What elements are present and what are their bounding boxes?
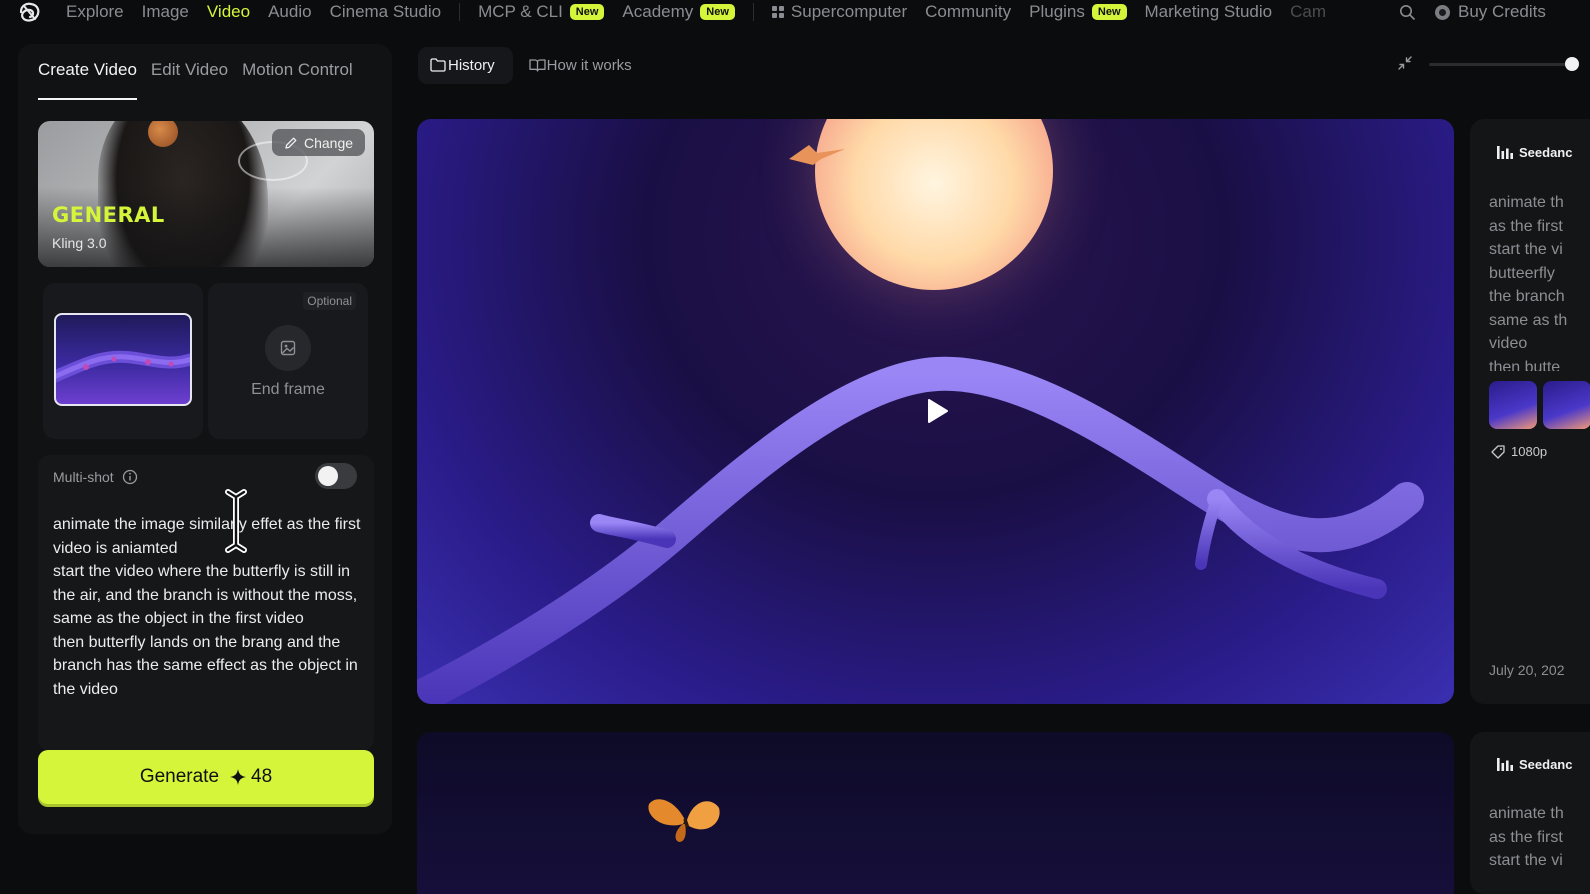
create-panel: Create Video Edit Video Motion Control G…	[18, 44, 392, 834]
bar-chart-icon	[1497, 758, 1513, 771]
top-nav: Explore Image Video Audio Cinema Studio …	[0, 0, 1590, 26]
grid-icon	[771, 6, 784, 18]
play-icon[interactable]	[927, 398, 949, 424]
end-frame-label: End frame	[251, 381, 325, 398]
nav-divider	[752, 3, 754, 21]
new-badge: New	[700, 4, 735, 20]
nav-academy[interactable]: Academy New	[622, 2, 735, 22]
change-model-button[interactable]: Change	[272, 129, 366, 156]
nav-right: Buy Credits	[1399, 2, 1546, 22]
history-model-chip: Seedanc	[1497, 145, 1572, 160]
history-card[interactable]: Seedanc animate th as the first start th…	[1470, 119, 1590, 704]
history-thumbnail[interactable]	[1543, 381, 1590, 429]
tab-motion-control[interactable]: Motion Control	[242, 60, 353, 100]
end-frame-slot[interactable]: Optional End frame	[208, 283, 368, 439]
zoom-slider-track[interactable]	[1429, 63, 1569, 66]
history-prompt-preview: animate th as the first start the vi	[1489, 805, 1564, 869]
search-icon[interactable]	[1399, 4, 1415, 20]
butterfly-image	[648, 799, 720, 842]
new-badge: New	[1091, 4, 1127, 20]
nav-supercomputer[interactable]: Supercomputer	[771, 2, 907, 22]
optional-tag: Optional	[303, 292, 356, 310]
history-thumbnails	[1489, 381, 1590, 429]
model-name: Kling 3.0	[52, 235, 107, 251]
history-date: July 20, 202	[1489, 662, 1565, 678]
resolution-chip: 1080p	[1491, 444, 1547, 459]
bar-chart-icon	[1497, 146, 1513, 159]
book-icon	[529, 59, 546, 72]
nav-video[interactable]: Video	[207, 2, 250, 22]
nav-cinema-studio[interactable]: Cinema Studio	[330, 2, 442, 22]
credits-coin-icon	[1435, 4, 1450, 20]
prompt-textarea[interactable]: animate the image similarly effet as the…	[53, 513, 363, 701]
generate-cost: 48	[251, 766, 273, 787]
history-model-chip: Seedanc	[1497, 757, 1572, 772]
prompt-box: Multi-shot animate the image similarly e…	[38, 455, 374, 751]
tag-icon	[1491, 444, 1505, 459]
multishot-toggle[interactable]	[315, 463, 357, 489]
video-preview-second[interactable]	[417, 732, 1454, 894]
buy-credits-link[interactable]: Buy Credits	[1458, 2, 1546, 22]
model-card[interactable]: GENERAL Kling 3.0 Change	[38, 121, 374, 267]
sparkle-icon	[230, 769, 247, 785]
multishot-label: Multi-shot	[53, 469, 138, 485]
zoom-slider-knob[interactable]	[1565, 57, 1579, 71]
start-frame-branch-image	[56, 350, 190, 383]
nav-community[interactable]: Community	[925, 2, 1011, 22]
add-image-icon[interactable]	[265, 325, 311, 371]
info-icon[interactable]	[122, 469, 138, 485]
model-category-title: GENERAL	[52, 203, 165, 227]
tab-history[interactable]: History	[418, 47, 513, 84]
mode-tabs: Create Video Edit Video Motion Control	[38, 60, 367, 100]
nav-explore[interactable]: Explore	[66, 2, 124, 22]
tab-edit-video[interactable]: Edit Video	[151, 60, 228, 100]
pencil-icon	[285, 137, 297, 149]
tab-how-it-works[interactable]: How it works	[517, 47, 650, 84]
nav-cam[interactable]: Cam	[1290, 2, 1326, 22]
generate-button[interactable]: Generate 48	[38, 750, 374, 804]
nav-mcp-cli[interactable]: MCP & CLI New	[478, 2, 605, 22]
nav-items: Explore Image Video Audio Cinema Studio …	[66, 2, 1344, 22]
nav-marketing-studio[interactable]: Marketing Studio	[1145, 2, 1273, 22]
folder-icon	[430, 58, 446, 72]
nav-divider	[459, 3, 461, 21]
history-thumbnail[interactable]	[1489, 381, 1537, 429]
video-preview-main[interactable]	[417, 119, 1454, 704]
new-badge: New	[569, 4, 605, 20]
tab-create-video[interactable]: Create Video	[38, 60, 137, 100]
nav-image[interactable]: Image	[142, 2, 189, 22]
nav-plugins[interactable]: Plugins New	[1029, 2, 1127, 22]
history-prompt-preview: animate th as the first start the vi but…	[1489, 194, 1568, 371]
model-card-shade	[38, 187, 374, 267]
text-cursor-icon	[225, 489, 247, 553]
toggle-knob	[318, 466, 338, 486]
center-tabs: History How it works	[418, 47, 654, 84]
collapse-icon[interactable]	[1398, 56, 1412, 70]
start-frame-thumbnail[interactable]	[54, 313, 192, 406]
history-card[interactable]: Seedanc animate th as the first start th…	[1470, 732, 1590, 894]
nav-audio[interactable]: Audio	[268, 2, 311, 22]
start-frame-slot[interactable]	[43, 283, 203, 439]
app-logo-icon[interactable]	[18, 1, 42, 23]
